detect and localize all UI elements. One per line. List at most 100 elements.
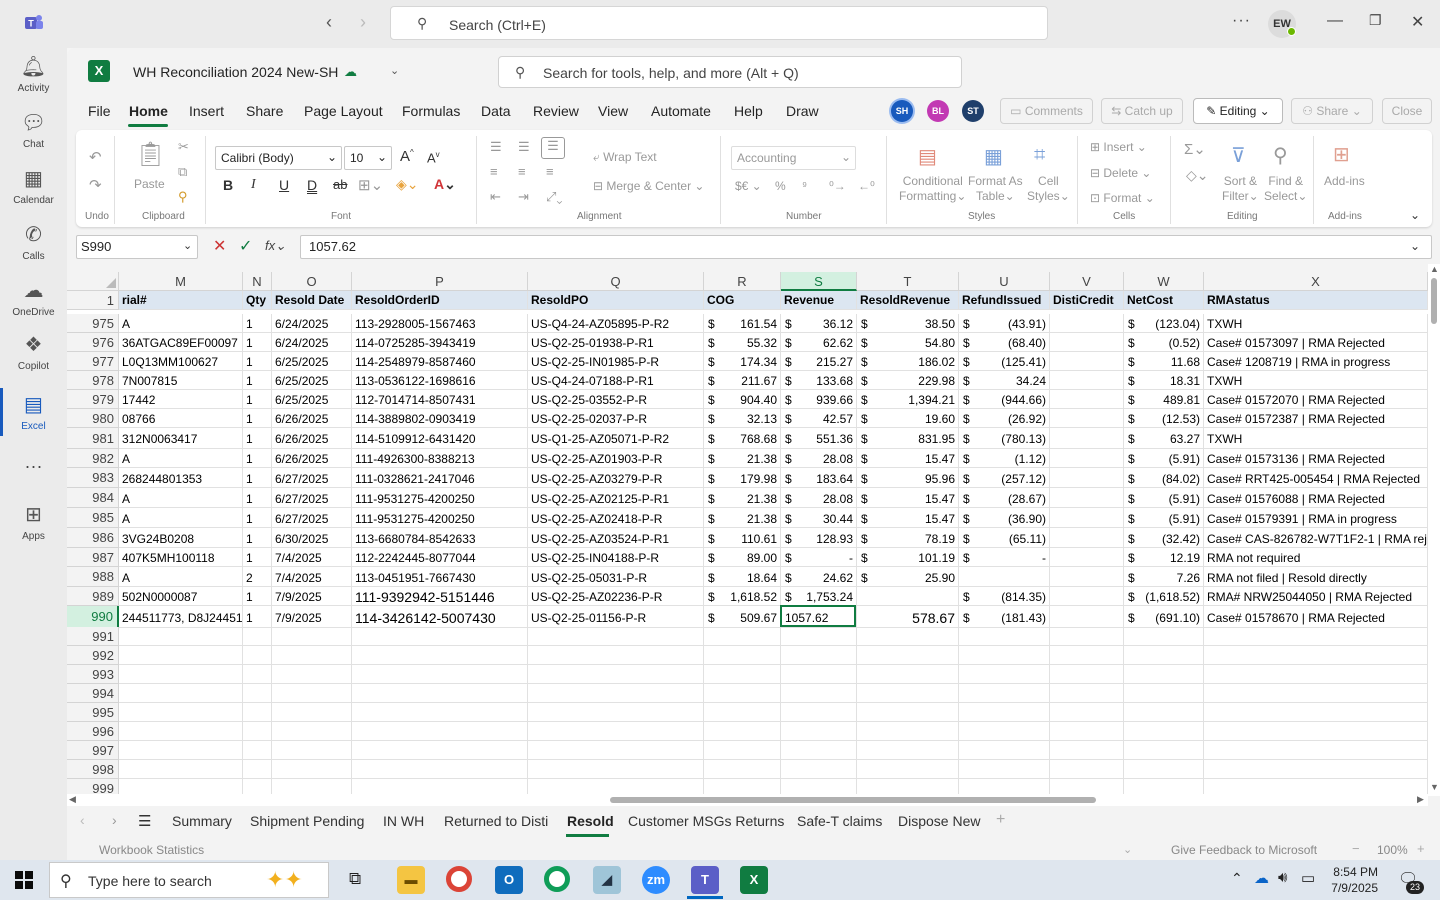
cell-net[interactable]: $ (1,618.52) (1124, 587, 1204, 606)
cell-cog[interactable]: $32.13 (704, 409, 781, 428)
strikethrough-icon[interactable]: ab (333, 177, 347, 192)
cell-disti[interactable] (1050, 508, 1124, 528)
back-arrow-icon[interactable]: ‹ (326, 12, 332, 33)
vertical-scrollbar[interactable] (1428, 264, 1440, 796)
cell-rma[interactable]: Case# 01572070 | RMA Rejected (1204, 390, 1428, 409)
cell-cog[interactable]: $21.38 (704, 508, 781, 528)
cell-cog[interactable]: $904.40 (704, 390, 781, 409)
empty-cell[interactable] (243, 646, 272, 665)
cell-refund[interactable] (959, 567, 1050, 587)
scroll-up-icon[interactable]: ▲ (1430, 264, 1439, 274)
cell-po[interactable]: US-Q2-25-IN04188-P-R (528, 548, 704, 567)
cell-m[interactable]: 244511773, D8J24451 (119, 606, 243, 628)
empty-cell[interactable] (1204, 703, 1428, 722)
row-header[interactable]: 979 (67, 390, 119, 409)
empty-cell[interactable] (704, 703, 781, 722)
row-header[interactable]: 986 (67, 528, 119, 548)
scroll-left-icon[interactable]: ◀ (69, 794, 76, 805)
empty-cell[interactable] (352, 760, 528, 779)
align-center-icon[interactable]: ≡ (518, 164, 526, 179)
cell-po[interactable]: US-Q2-25-01156-P-R (528, 606, 704, 628)
align-left-icon[interactable]: ≡ (490, 164, 498, 179)
empty-cell[interactable] (243, 703, 272, 722)
empty-cell[interactable] (1050, 665, 1124, 684)
cell-rev[interactable]: $30.44 (781, 508, 857, 528)
empty-cell[interactable] (243, 760, 272, 779)
cell-m[interactable]: 08766 (119, 409, 243, 428)
sheet-tab[interactable]: Summary (172, 813, 232, 829)
cell-cog[interactable]: $161.54 (704, 314, 781, 333)
cell-date[interactable]: 7/9/2025 (272, 587, 352, 606)
cell-po[interactable]: US-Q4-24-AZ05895-P-R2 (528, 314, 704, 333)
cell-order[interactable]: 114-0725285-3943419 (352, 333, 528, 352)
cell-qty[interactable]: 1 (243, 508, 272, 528)
tab-review[interactable]: Review (533, 103, 579, 119)
cell-po[interactable]: US-Q1-25-AZ05071-P-R2 (528, 428, 704, 449)
collaborator-avatar[interactable]: SH (891, 100, 913, 122)
empty-cell[interactable] (119, 665, 243, 684)
cell-disti[interactable] (1050, 606, 1124, 628)
format-painter-icon[interactable]: ⚲ (178, 189, 188, 205)
cell-rev[interactable]: $183.64 (781, 468, 857, 488)
sheet-tab[interactable]: Safe-T claims (797, 813, 882, 829)
align-bottom-icon[interactable]: ☰ (541, 137, 565, 159)
cell-po[interactable]: US-Q2-25-AZ03279-P-R (528, 468, 704, 488)
header-cell[interactable]: Qty (243, 291, 272, 310)
empty-cell[interactable] (119, 760, 243, 779)
empty-cell[interactable] (1124, 684, 1204, 703)
empty-cell[interactable] (781, 741, 857, 760)
clear-icon[interactable]: ◇⌄ (1186, 167, 1209, 184)
teams-app-icon[interactable]: T (691, 866, 719, 894)
rail-calendar[interactable]: ▦ Calendar (0, 166, 67, 206)
row-header[interactable]: 984 (67, 488, 119, 508)
cell-po[interactable]: US-Q2-25-AZ02236-P-R (528, 587, 704, 606)
cell-qty[interactable]: 1 (243, 428, 272, 449)
sheet-tab[interactable]: Resold (567, 813, 614, 829)
cell-order[interactable]: 114-3889802-0903419 (352, 409, 528, 428)
rail-calls[interactable]: ✆ Calls (0, 222, 67, 262)
empty-cell[interactable] (1050, 684, 1124, 703)
empty-cell[interactable] (704, 627, 781, 646)
column-header[interactable]: P (352, 272, 528, 291)
add-sheet-icon[interactable]: + (996, 811, 1005, 829)
cell-order[interactable]: 114-5109912-6431420 (352, 428, 528, 449)
row-header[interactable]: 980 (67, 409, 119, 428)
cell-po[interactable]: US-Q2-25-AZ03524-P-R1 (528, 528, 704, 548)
decrease-font-icon[interactable]: Av (427, 150, 440, 165)
empty-cell[interactable] (243, 665, 272, 684)
empty-cell[interactable] (857, 665, 959, 684)
cell-qty[interactable]: 1 (243, 488, 272, 508)
cell-disti[interactable] (1050, 314, 1124, 333)
cell-net[interactable]: $18.31 (1124, 371, 1204, 390)
empty-cell[interactable] (528, 722, 704, 741)
empty-cell[interactable] (959, 646, 1050, 665)
cell-qty[interactable]: 1 (243, 468, 272, 488)
cell-po[interactable]: US-Q2-25-03552-P-R (528, 390, 704, 409)
notes-app-icon[interactable]: ◢ (593, 866, 621, 894)
next-sheet-icon[interactable]: › (112, 812, 117, 828)
header-cell[interactable]: COG (704, 291, 781, 310)
row-header[interactable]: 992 (67, 646, 119, 665)
empty-cell[interactable] (1124, 665, 1204, 684)
row-header[interactable]: 982 (67, 449, 119, 468)
cell-rma[interactable]: Case# 01572387 | RMA Rejected (1204, 409, 1428, 428)
row-header[interactable]: 995 (67, 703, 119, 722)
cell-order[interactable]: 111-4926300-8388213 (352, 449, 528, 468)
cell-cog[interactable]: $1,618.52 (704, 587, 781, 606)
empty-cell[interactable] (1204, 646, 1428, 665)
empty-cell[interactable] (959, 703, 1050, 722)
cell-qty[interactable]: 1 (243, 548, 272, 567)
cell-net[interactable]: $489.81 (1124, 390, 1204, 409)
cell-rrev[interactable]: $101.19 (857, 548, 959, 567)
cell-m[interactable]: A (119, 314, 243, 333)
cell-order[interactable]: 112-7014714-8507431 (352, 390, 528, 409)
row-header[interactable]: 987 (67, 548, 119, 567)
row-header[interactable]: 997 (67, 741, 119, 760)
column-header[interactable]: N (243, 272, 272, 291)
cell-rev[interactable]: 1057.62 (781, 606, 857, 628)
task-view-icon[interactable]: ⧉ (349, 869, 361, 889)
sheet-tab[interactable]: IN WH (383, 813, 424, 829)
cell-rrev[interactable]: $1,394.21 (857, 390, 959, 409)
row-header[interactable]: 976 (67, 333, 119, 352)
cell-disti[interactable] (1050, 528, 1124, 548)
